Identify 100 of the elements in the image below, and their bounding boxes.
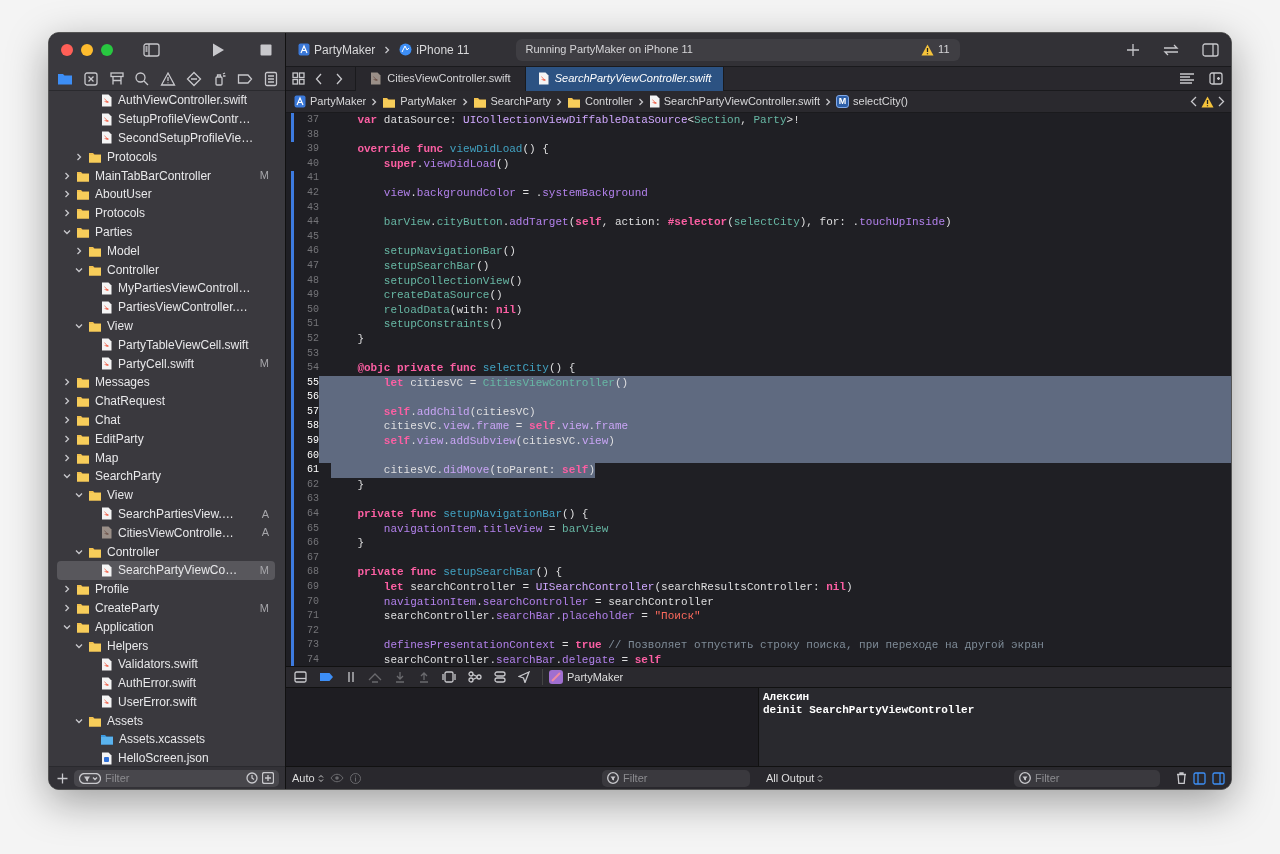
filter-bar[interactable]: Filter bbox=[74, 769, 279, 787]
hide-debug-area-icon[interactable] bbox=[294, 671, 307, 683]
disclosure-icon[interactable] bbox=[63, 434, 71, 443]
memory-graph-icon[interactable] bbox=[468, 671, 482, 683]
breadcrumb-item[interactable]: M selectCity() bbox=[836, 93, 909, 110]
inspector-toggle-icon[interactable] bbox=[1202, 42, 1219, 57]
search-icon[interactable] bbox=[134, 70, 151, 87]
scope-selector[interactable]: Auto bbox=[292, 769, 324, 787]
tree-item[interactable]: View bbox=[57, 316, 275, 336]
minimize-button[interactable] bbox=[81, 44, 93, 56]
filter-bar[interactable]: Filter bbox=[602, 769, 750, 787]
disclosure-icon[interactable] bbox=[63, 585, 71, 594]
tree-item[interactable]: Controller bbox=[57, 542, 275, 561]
disclosure-icon[interactable] bbox=[63, 397, 71, 406]
tree-item[interactable]: PartyCell.swift M bbox=[57, 354, 275, 373]
close-button[interactable] bbox=[61, 44, 73, 56]
tree-item[interactable]: PartyTableViewCell.swift bbox=[57, 335, 275, 355]
warning-icon[interactable] bbox=[160, 70, 176, 87]
disclosure-icon[interactable] bbox=[63, 190, 71, 199]
device-selector[interactable]: iPhone 11 bbox=[399, 40, 470, 59]
forward-icon[interactable] bbox=[335, 72, 343, 85]
right-pane-toggle-icon[interactable] bbox=[1212, 771, 1225, 785]
disclosure-icon[interactable] bbox=[63, 453, 71, 462]
disclosure-icon[interactable] bbox=[63, 171, 71, 180]
pause-icon[interactable] bbox=[346, 671, 356, 683]
step-over-icon[interactable] bbox=[368, 671, 382, 683]
disclosure-icon[interactable] bbox=[75, 547, 83, 556]
disclosure-icon[interactable] bbox=[75, 152, 83, 161]
filter-bar[interactable]: Filter bbox=[1014, 769, 1160, 787]
swap-icon[interactable] bbox=[1162, 42, 1180, 57]
back-icon[interactable] bbox=[315, 72, 323, 85]
add-icon[interactable] bbox=[57, 772, 68, 784]
tree-item[interactable]: CreateParty M bbox=[57, 598, 275, 618]
editor-tab[interactable]: SearchPartyViewController.swift bbox=[526, 66, 724, 91]
disclosure-icon[interactable] bbox=[63, 603, 71, 612]
scheme-selector[interactable]: PartyMaker bbox=[298, 40, 376, 59]
tree-item[interactable]: UserError.swift bbox=[57, 692, 275, 712]
step-out-icon[interactable] bbox=[418, 671, 430, 683]
tree-item[interactable]: SearchParty bbox=[57, 466, 275, 486]
tree-item[interactable]: Protocols bbox=[57, 203, 275, 223]
tree-item[interactable]: Helpers bbox=[57, 636, 275, 655]
tree-item[interactable]: Messages bbox=[57, 372, 275, 392]
tree-item[interactable]: ChatRequest bbox=[57, 391, 275, 411]
tree-item[interactable]: Validators.swift bbox=[57, 654, 275, 674]
disclosure-icon[interactable] bbox=[75, 641, 83, 650]
left-pane-toggle-icon[interactable] bbox=[1193, 771, 1206, 785]
tree-item[interactable]: View bbox=[57, 485, 275, 505]
lines-icon[interactable] bbox=[1179, 72, 1195, 85]
info-icon[interactable] bbox=[349, 772, 361, 784]
add-editor-icon[interactable] bbox=[1209, 72, 1223, 85]
tree-item[interactable]: AuthError.swift bbox=[57, 673, 275, 693]
tree-item[interactable]: Parties bbox=[57, 222, 275, 242]
tree-item[interactable]: CitiesViewControlle… A bbox=[57, 523, 275, 543]
output-selector[interactable]: All Output bbox=[766, 769, 824, 787]
breadcrumb-item[interactable]: SearchParty bbox=[472, 93, 552, 110]
tree-item[interactable]: Assets.xcassets bbox=[57, 730, 275, 749]
tree-item[interactable]: AuthViewController.swift bbox=[57, 91, 275, 110]
disclosure-icon[interactable] bbox=[75, 265, 83, 274]
disclosure-icon[interactable] bbox=[63, 227, 71, 236]
eye-icon[interactable] bbox=[329, 773, 344, 783]
disclosure-icon[interactable] bbox=[63, 622, 71, 631]
tree-item[interactable]: Map bbox=[57, 448, 275, 467]
tree-item[interactable]: SearchPartyViewCo… M bbox=[57, 560, 275, 580]
tree-item[interactable]: PartiesViewController.… bbox=[57, 297, 275, 317]
tree-item[interactable]: SetupProfileViewContr… bbox=[57, 109, 275, 129]
view-debugger-icon[interactable] bbox=[442, 671, 456, 683]
play-icon[interactable] bbox=[211, 42, 225, 58]
tree-item[interactable]: Protocols bbox=[57, 147, 275, 167]
disclosure-icon[interactable] bbox=[75, 321, 83, 330]
tree-item[interactable]: Model bbox=[57, 241, 275, 261]
tree-item[interactable]: Application bbox=[57, 617, 275, 637]
grid-icon[interactable] bbox=[292, 72, 305, 85]
breadcrumb-item[interactable]: PartyMaker bbox=[382, 93, 457, 110]
location-icon[interactable] bbox=[518, 671, 530, 683]
disclosure-icon[interactable] bbox=[63, 472, 71, 481]
zoom-button[interactable] bbox=[101, 44, 113, 56]
tree-item[interactable]: MainTabBarController M bbox=[57, 166, 275, 185]
breakpoints-toggle-icon[interactable] bbox=[319, 672, 334, 682]
stop-icon[interactable] bbox=[259, 43, 273, 57]
disclosure-icon[interactable] bbox=[75, 491, 83, 500]
disclosure-icon[interactable] bbox=[63, 415, 71, 424]
tree-item[interactable]: SearchPartiesView.… A bbox=[57, 504, 275, 524]
x-square-icon[interactable] bbox=[82, 70, 99, 87]
disclosure-icon[interactable] bbox=[75, 246, 83, 255]
environment-icon[interactable] bbox=[494, 671, 506, 683]
previous-issue-icon[interactable] bbox=[1190, 96, 1197, 107]
step-into-icon[interactable] bbox=[394, 671, 406, 683]
next-issue-icon[interactable] bbox=[1218, 96, 1225, 107]
tree-item[interactable]: Chat bbox=[57, 410, 275, 430]
breadcrumb-item[interactable]: Controller bbox=[567, 93, 633, 110]
tree-item[interactable]: HelloScreen.json bbox=[57, 748, 275, 766]
disclosure-icon[interactable] bbox=[75, 716, 83, 725]
disclosure-icon[interactable] bbox=[63, 209, 71, 218]
report-icon[interactable] bbox=[263, 70, 279, 87]
tree-item[interactable]: AboutUser bbox=[57, 185, 275, 204]
hierarchy-icon[interactable] bbox=[108, 70, 125, 87]
editor-tab[interactable]: CitiesViewController.swift bbox=[356, 66, 526, 91]
add-icon[interactable] bbox=[1126, 42, 1140, 57]
tree-item[interactable]: Controller bbox=[57, 260, 275, 279]
warning-indicator[interactable]: 11 bbox=[921, 41, 950, 58]
